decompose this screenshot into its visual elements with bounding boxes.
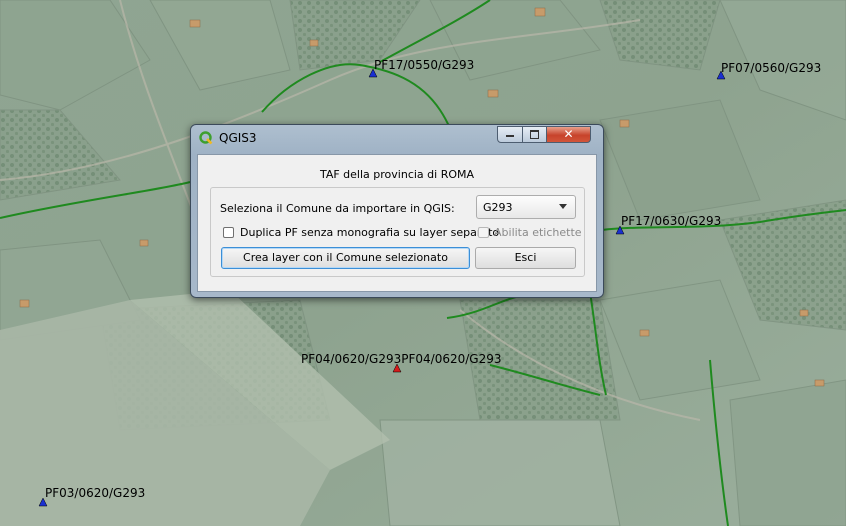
- maximize-icon: [530, 130, 539, 139]
- minimize-button[interactable]: [497, 126, 523, 143]
- point-label: PF17/0550/G293: [374, 58, 475, 72]
- duplicate-pf-checkbox[interactable]: [223, 227, 234, 238]
- minimize-icon: [506, 135, 514, 137]
- point-label: PF17/0630/G293: [621, 214, 722, 228]
- comune-select-label: Seleziona il Comune da importare in QGIS…: [220, 202, 455, 215]
- duplicate-pf-label[interactable]: Duplica PF senza monografia su layer sep…: [240, 226, 499, 239]
- comune-select[interactable]: G293: [476, 195, 576, 219]
- dialog-titlebar[interactable]: QGIS3 ✕: [191, 125, 603, 151]
- qgis-dialog: QGIS3 ✕ TAF della provincia di ROMA Sele…: [190, 124, 604, 298]
- point-label: PF04/0620/G293PF04/0620/G293: [301, 352, 502, 366]
- create-layer-button[interactable]: Crea layer con il Comune selezionato: [221, 247, 470, 269]
- dialog-heading: TAF della provincia di ROMA: [319, 168, 475, 181]
- dialog-body: TAF della provincia di ROMA Seleziona il…: [197, 154, 597, 292]
- close-icon: ✕: [563, 127, 574, 141]
- comune-select-value: G293: [483, 201, 513, 214]
- enable-labels-label: Abilita etichette: [494, 226, 582, 239]
- exit-button[interactable]: Esci: [475, 247, 576, 269]
- dialog-title: QGIS3: [219, 131, 257, 145]
- point-label: PF03/0620/G293: [45, 486, 146, 500]
- close-button[interactable]: ✕: [546, 126, 591, 143]
- qgis-logo-icon: [199, 131, 213, 145]
- enable-labels-checkbox[interactable]: [478, 227, 489, 238]
- chevron-down-icon: [559, 204, 567, 209]
- point-label: PF07/0560/G293: [721, 61, 822, 75]
- maximize-button[interactable]: [522, 126, 547, 143]
